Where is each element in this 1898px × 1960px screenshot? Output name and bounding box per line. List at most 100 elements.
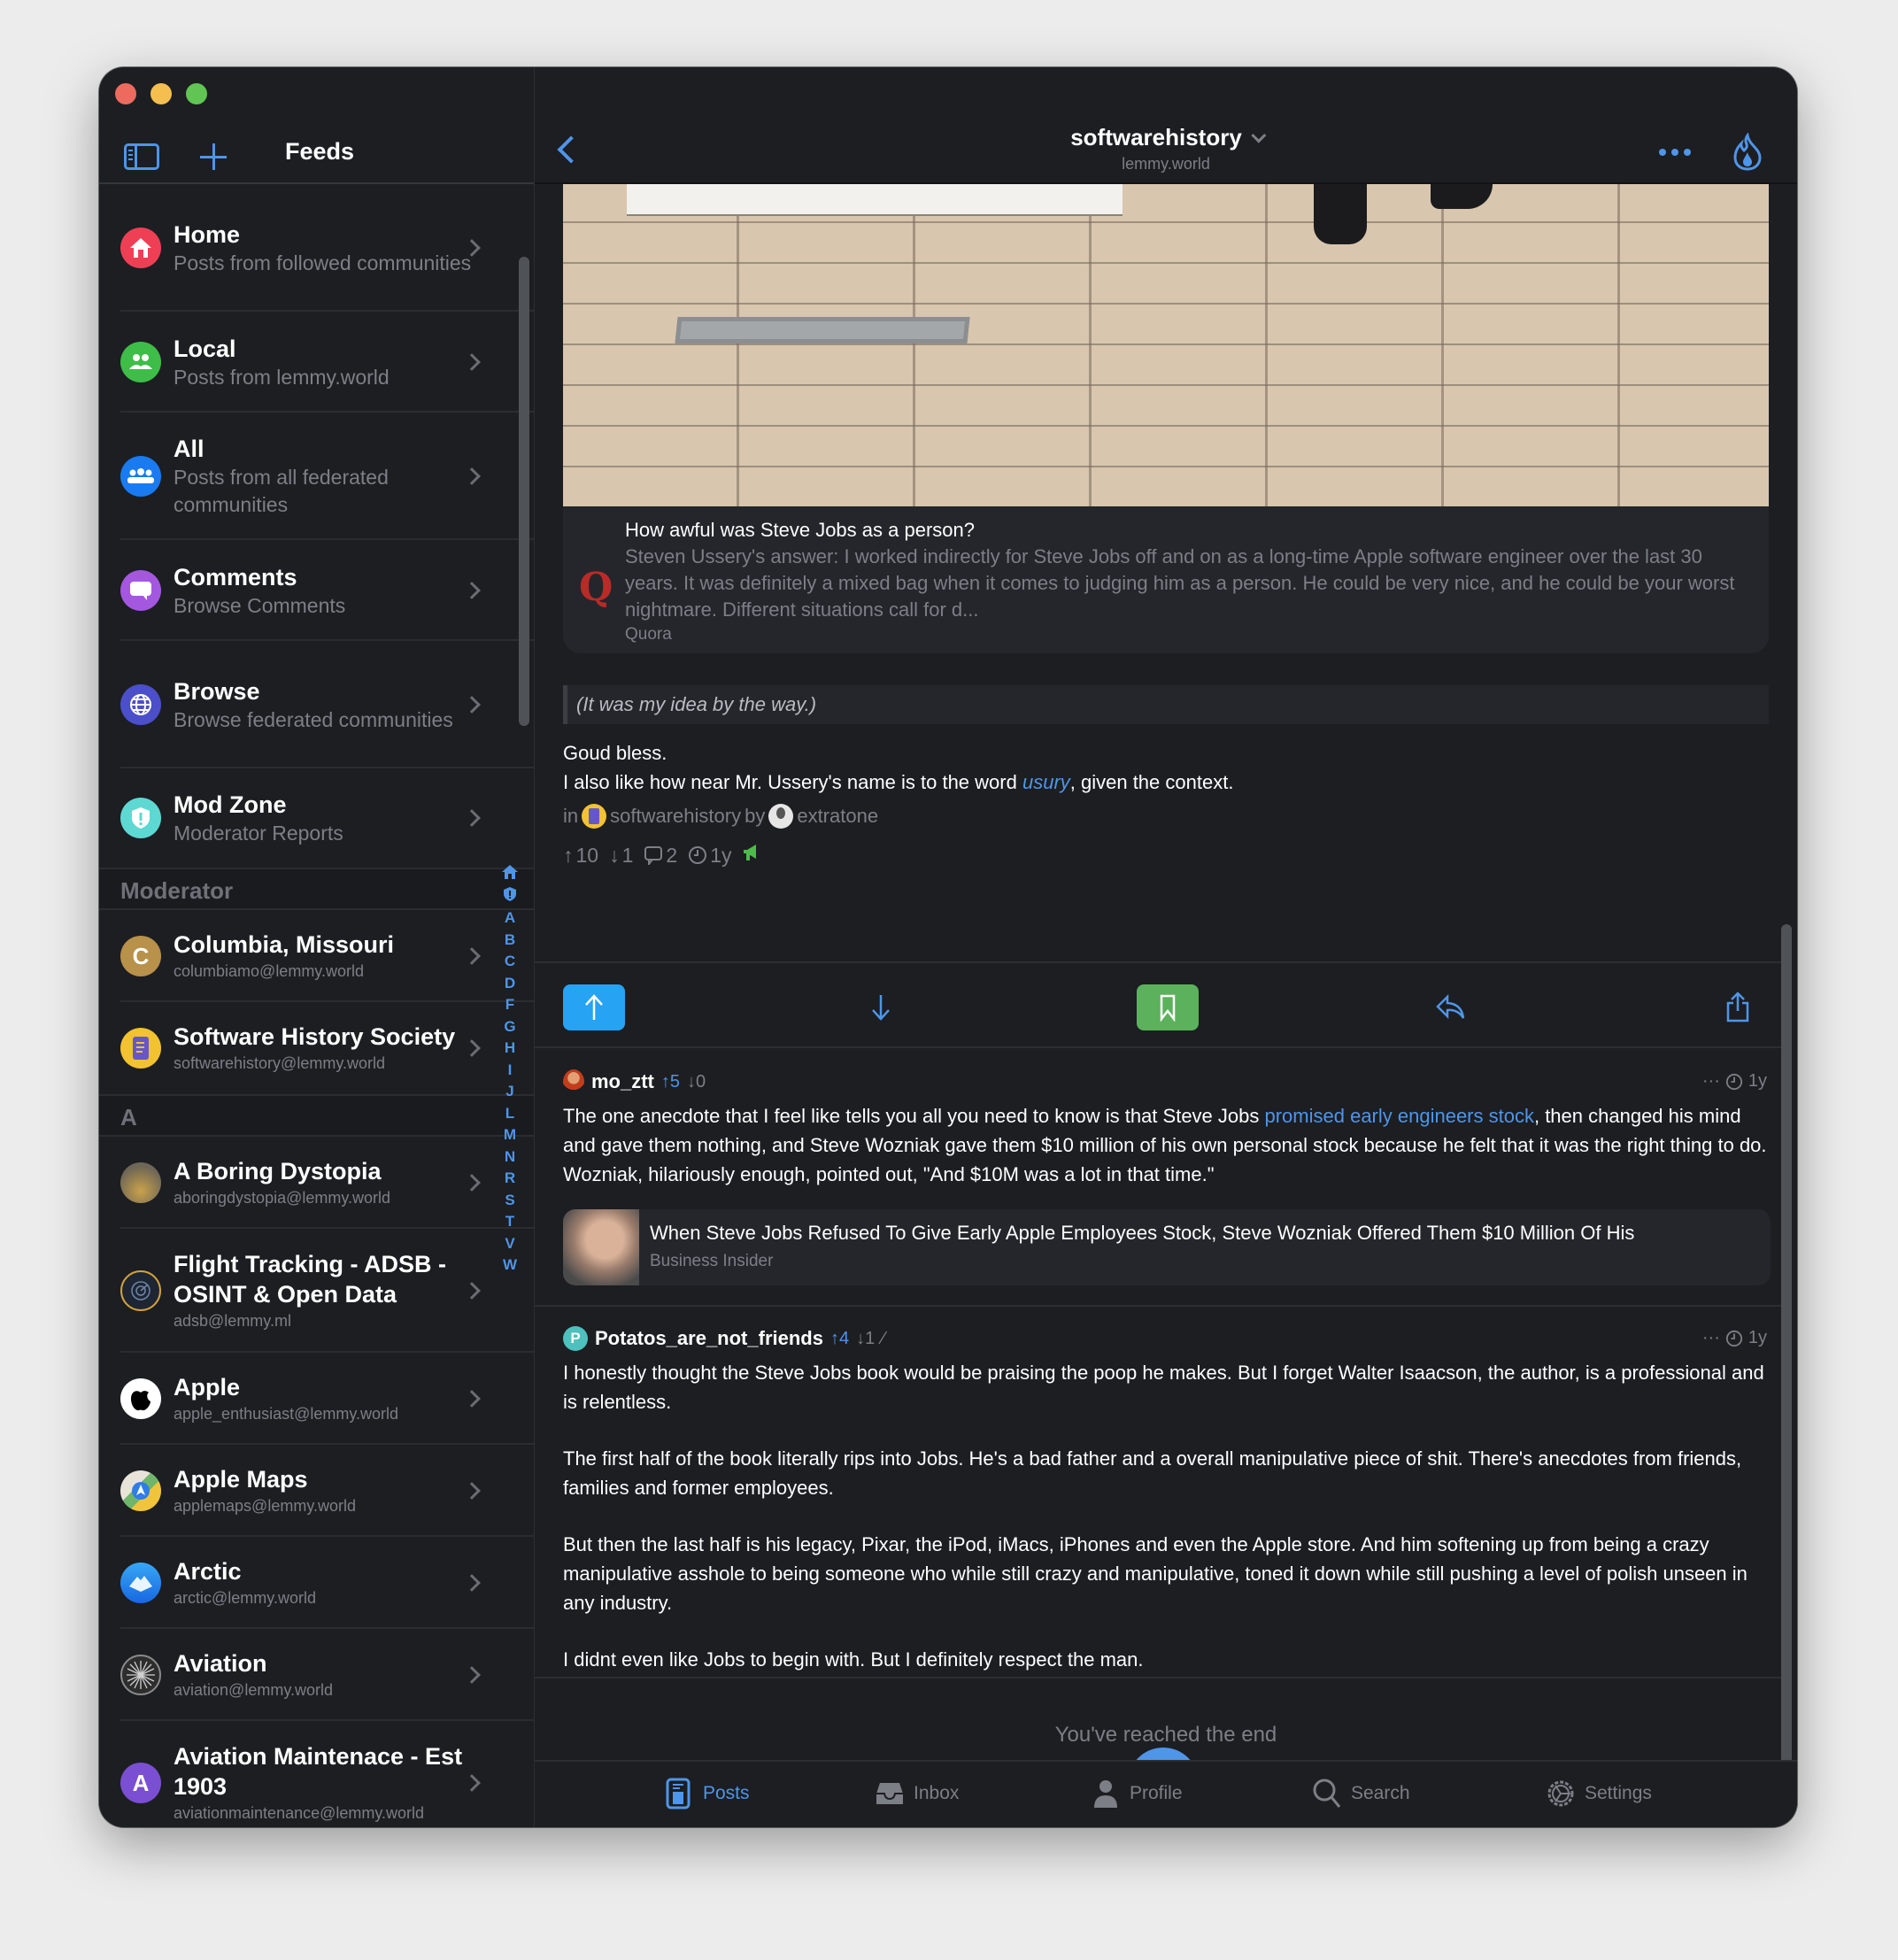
zoom-window-button[interactable] <box>186 83 207 104</box>
group-icon <box>120 456 161 497</box>
sidebar-toggle-icon[interactable] <box>124 143 159 170</box>
post-image[interactable] <box>563 184 1769 506</box>
sidebar-item-browse[interactable]: Browse Browse federated communities <box>99 641 534 768</box>
user-avatar: P <box>563 1326 588 1351</box>
comment-link[interactable]: promised early engineers stock <box>1264 1105 1533 1127</box>
index-letter[interactable]: L <box>505 1103 514 1125</box>
house-icon <box>120 228 161 268</box>
index-letter[interactable]: N <box>505 1146 515 1169</box>
turbine-icon <box>120 1655 161 1695</box>
tab-inbox[interactable]: Inbox <box>875 1778 959 1810</box>
arrow-down-icon: ↓ <box>609 843 620 867</box>
index-letter[interactable]: J <box>505 1081 513 1103</box>
inbox-tray-icon <box>876 1783 903 1804</box>
sidebar-scrollbar[interactable] <box>519 257 529 726</box>
sidebar: Feeds Home Posts from followed communitie… <box>99 67 535 1827</box>
index-letter[interactable]: M <box>504 1124 516 1146</box>
magnifying-glass-icon <box>1313 1779 1341 1808</box>
author-link[interactable]: extratone <box>797 805 878 828</box>
index-letter[interactable]: W <box>503 1254 517 1277</box>
plus-icon[interactable] <box>198 142 228 172</box>
index-letter[interactable]: A <box>505 907 515 930</box>
main-pane: softwarehistory lemmy.world Q How awful … <box>535 67 1797 1827</box>
comment-age: 1y <box>1748 1071 1767 1091</box>
community-item[interactable]: Apple apple_enthusiast@lemmy.world <box>99 1353 534 1445</box>
embed-source: Business Insider <box>650 1252 774 1270</box>
index-letter[interactable]: R <box>505 1168 515 1190</box>
author-avatar <box>768 804 794 829</box>
comment-bubble-icon <box>644 846 663 865</box>
gear-icon <box>1547 1780 1574 1807</box>
index-letter[interactable]: C <box>505 951 515 973</box>
section-index[interactable]: A B C D F G H I J L M N R S T V W <box>499 864 521 1277</box>
reply-button[interactable] <box>1420 984 1482 1030</box>
comment-more-icon[interactable]: ··· <box>1702 1328 1720 1348</box>
community-item[interactable]: Arctic arctic@lemmy.world <box>99 1537 534 1629</box>
index-letter[interactable]: H <box>505 1038 515 1060</box>
community-item[interactable]: Aviation aviation@lemmy.world <box>99 1629 534 1721</box>
index-letter[interactable]: I <box>508 1060 513 1082</box>
sidebar-item-comments[interactable]: Comments Browse Comments <box>99 540 534 641</box>
edited-pencil-icon: ⁄ <box>882 1328 885 1348</box>
content-scrollbar[interactable] <box>1781 924 1792 1760</box>
community-avatar: C <box>120 936 161 976</box>
comment-author[interactable]: Potatos_are_not_friends <box>595 1327 823 1350</box>
community-item[interactable]: Apple Maps applemaps@lemmy.world <box>99 1445 534 1537</box>
tab-search[interactable]: Search <box>1312 1778 1410 1810</box>
community-link[interactable]: softwarehistory <box>610 805 741 828</box>
more-options-icon[interactable] <box>1659 149 1691 156</box>
minimize-window-button[interactable] <box>150 83 172 104</box>
tab-posts[interactable]: Posts <box>664 1778 750 1810</box>
community-item[interactable]: C Columbia, Missouri columbiamo@lemmy.wor… <box>99 910 534 1002</box>
user-avatar <box>563 1069 584 1094</box>
mountain-icon <box>120 1563 161 1603</box>
tab-settings[interactable]: Settings <box>1546 1778 1652 1810</box>
save-button[interactable] <box>1137 984 1199 1030</box>
megaphone-icon <box>742 843 760 868</box>
comment-more-icon[interactable]: ··· <box>1702 1071 1720 1092</box>
sidebar-item-all[interactable]: All Posts from all federated communities <box>99 413 534 540</box>
flame-sort-icon[interactable] <box>1732 133 1763 172</box>
post-body: Goud bless. I also like how near Mr. Uss… <box>563 742 1234 793</box>
section-header-moderator: Moderator <box>99 868 534 910</box>
index-letter[interactable]: F <box>505 994 514 1016</box>
sidebar-item-home[interactable]: Home Posts from followed communities <box>99 184 534 312</box>
post-age: 1y <box>710 843 732 867</box>
section-header-a: A <box>99 1094 534 1137</box>
comment-downvotes: ↓0 <box>687 1071 706 1092</box>
community-item[interactable]: A Aviation Maintenace - Est 1903 aviation… <box>99 1721 534 1827</box>
index-letter[interactable]: V <box>505 1233 514 1255</box>
index-letter[interactable]: B <box>505 930 515 952</box>
index-letter[interactable]: G <box>504 1016 515 1038</box>
scroll-down-button[interactable] <box>1128 1748 1199 1760</box>
embedded-link-card[interactable]: When Steve Jobs Refused To Give Early Ap… <box>563 1209 1771 1285</box>
usury-link[interactable]: usury <box>1022 771 1070 793</box>
post-detail: Q How awful was Steve Jobs as a person? … <box>535 184 1797 1760</box>
index-shield-icon[interactable] <box>503 886 517 908</box>
feeds-list: Home Posts from followed communities Loca… <box>99 184 534 1827</box>
community-item[interactable]: Software History Society softwarehistory@… <box>99 1002 534 1094</box>
people-icon <box>120 342 161 382</box>
share-button[interactable] <box>1707 984 1769 1030</box>
upvote-button[interactable] <box>563 984 625 1030</box>
comment: P Potatos_are_not_friends ↑4 ↓1 ⁄ ··· 1y… <box>535 1307 1788 1678</box>
index-home-icon[interactable] <box>501 864 519 886</box>
person-icon <box>1094 1780 1117 1808</box>
index-letter[interactable]: T <box>505 1211 514 1233</box>
index-letter[interactable]: S <box>505 1190 514 1212</box>
comment-author[interactable]: mo_ztt <box>591 1070 654 1093</box>
downvote-button[interactable] <box>850 984 912 1030</box>
tab-bar: Posts Inbox Profile Search Settings <box>535 1760 1797 1827</box>
link-preview-card[interactable]: Q How awful was Steve Jobs as a person? … <box>563 506 1769 653</box>
community-name: softwarehistory <box>1070 124 1242 150</box>
community-item[interactable]: A Boring Dystopia aboringdystopia@lemmy.w… <box>99 1137 534 1229</box>
community-avatar <box>120 1162 161 1203</box>
sidebar-item-local[interactable]: Local Posts from lemmy.world <box>99 312 534 413</box>
close-window-button[interactable] <box>115 83 136 104</box>
community-switcher[interactable]: softwarehistory <box>1070 124 1267 151</box>
sidebar-item-mod-zone[interactable]: Mod Zone Moderator Reports <box>99 768 534 868</box>
app-window: Feeds Home Posts from followed communitie… <box>99 67 1797 1827</box>
tab-profile[interactable]: Profile <box>1091 1778 1183 1810</box>
community-item[interactable]: Flight Tracking - ADSB - OSINT & Open Da… <box>99 1229 534 1353</box>
index-letter[interactable]: D <box>505 973 515 995</box>
